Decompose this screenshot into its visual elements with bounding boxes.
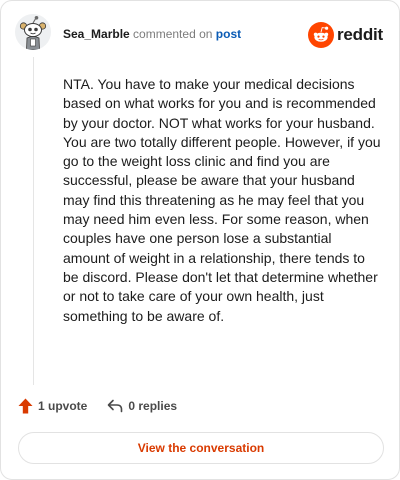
upvote-button[interactable]: 1 upvote — [18, 398, 87, 414]
replies-button[interactable]: 0 replies — [107, 399, 177, 413]
post-link[interactable]: post — [216, 27, 241, 41]
snoo-avatar-icon — [15, 14, 51, 50]
view-conversation-button[interactable]: View the conversation — [18, 432, 384, 464]
username[interactable]: Sea_Marble — [63, 27, 130, 41]
comment-header: Sea_Marble commented on post — [63, 26, 241, 42]
upvote-arrow-icon — [18, 398, 33, 414]
commented-on-text: commented on — [133, 27, 213, 41]
comment-body: NTA. You have to make your medical decis… — [63, 76, 381, 324]
embedded-comment-card: Sea_Marble commented on post reddit NTA.… — [0, 0, 400, 480]
upvote-count: 1 upvote — [38, 399, 88, 413]
comment-actions: 1 upvote 0 replies — [18, 398, 177, 414]
reddit-wordmark: reddit — [336, 25, 383, 44]
reply-arrow-icon — [108, 399, 123, 413]
reddit-snoo-icon — [307, 22, 334, 48]
reddit-logo[interactable]: reddit — [307, 22, 383, 48]
replies-count: 0 replies — [128, 399, 178, 413]
thread-line — [33, 57, 34, 385]
avatar[interactable] — [15, 14, 51, 50]
